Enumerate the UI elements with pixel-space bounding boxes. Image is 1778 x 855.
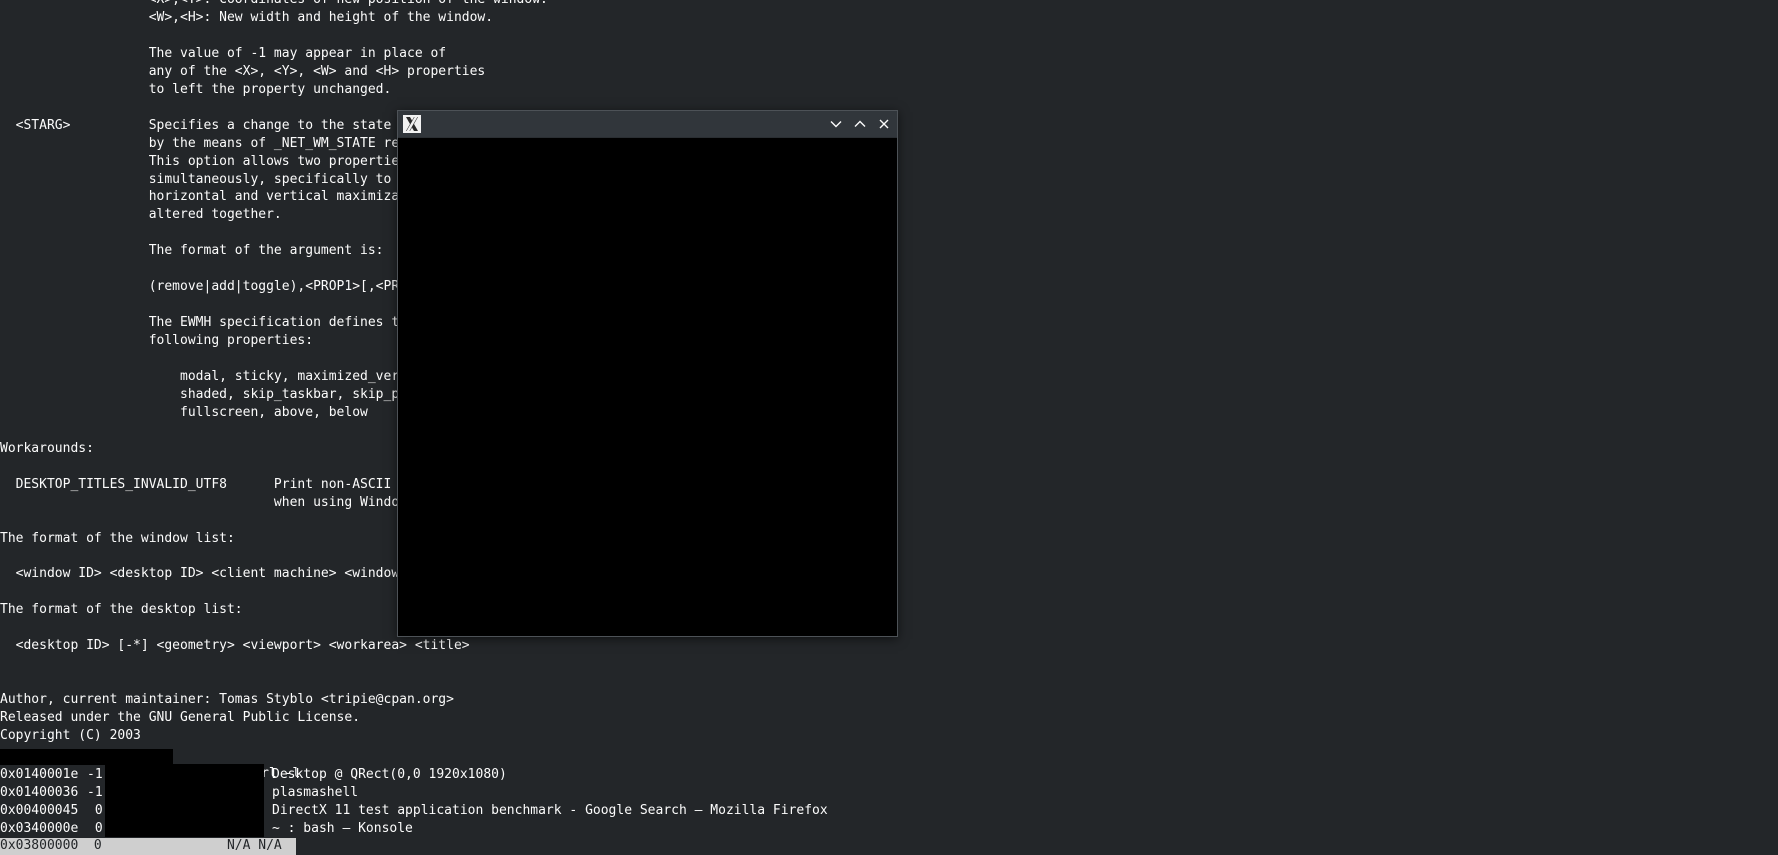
terminal-line: (remove|add|toggle),<PROP1>[,<PROP2>] (0, 279, 439, 295)
terminal-line: The EWMH specification defines the (0, 315, 415, 331)
terminal-line: <W>,<H>: New width and height of the win… (0, 9, 494, 25)
terminal-line: The value of -1 may appear in place of (0, 45, 447, 61)
terminal-line: <window ID> <desktop ID> <client machine… (0, 566, 454, 582)
minimize-button[interactable] (826, 114, 846, 134)
desktop-id: -1 (87, 767, 103, 782)
terminal-line: The format of the window list: (0, 530, 235, 546)
window-id: 0x0340000e (0, 821, 79, 836)
maximize-button[interactable] (850, 114, 870, 134)
window-id: 0x01400036 (0, 785, 79, 800)
close-button[interactable] (874, 114, 894, 134)
x11-app-window[interactable] (397, 110, 898, 637)
terminal-line: by the means of _NET_WM_STATE request. (0, 135, 447, 151)
terminal-line: following properties: (0, 333, 314, 349)
chevron-up-icon (853, 117, 867, 131)
window-title: plasmashell (272, 785, 359, 800)
redacted-hostnames (105, 764, 264, 837)
close-icon (877, 117, 891, 131)
terminal-line: <X>,<Y>: Coordinates of new position of … (0, 0, 548, 9)
chevron-down-icon (829, 117, 843, 131)
desktop-id: 0 (87, 821, 103, 836)
terminal-line: The format of the desktop list: (0, 602, 243, 618)
terminal-line: altered together. (0, 207, 282, 223)
terminal-line: Workarounds: (0, 440, 94, 456)
desktop-id: 0 (87, 803, 103, 818)
x11-logo-icon[interactable] (403, 115, 421, 133)
terminal-line: <desktop ID> [-*] <geometry> <viewport> … (0, 638, 470, 654)
terminal-line: to left the property unchanged. (0, 81, 392, 97)
window-title: ~ : bash — Konsole (272, 821, 413, 836)
redacted-user-host (0, 749, 173, 765)
desktop-id: -1 (87, 785, 103, 800)
window-titlebar[interactable] (398, 111, 897, 138)
window-id: 0x00400045 (0, 803, 79, 818)
window-title: DirectX 11 test application benchmark - … (272, 803, 828, 818)
window-id: 0x0140001e (0, 767, 79, 782)
terminal-line: The format of the argument is: (0, 243, 384, 259)
terminal-line: Author, current maintainer: Tomas Styblo… (0, 692, 454, 708)
window-list-last-row: 0x03800000 0 N/A N/A (0, 838, 282, 853)
terminal-line: Copyright (C) 2003 (0, 727, 141, 743)
terminal-line: when using Window Maker. (0, 494, 462, 510)
terminal-line: Released under the GNU General Public Li… (0, 710, 361, 725)
window-title: Desktop @ QRect(0,0 1920x1080) (272, 767, 507, 782)
terminal-line: any of the <X>, <Y>, <W> and <H> propert… (0, 63, 486, 79)
terminal-line: fullscreen, above, below (0, 404, 368, 420)
window-content-area[interactable] (398, 138, 897, 636)
